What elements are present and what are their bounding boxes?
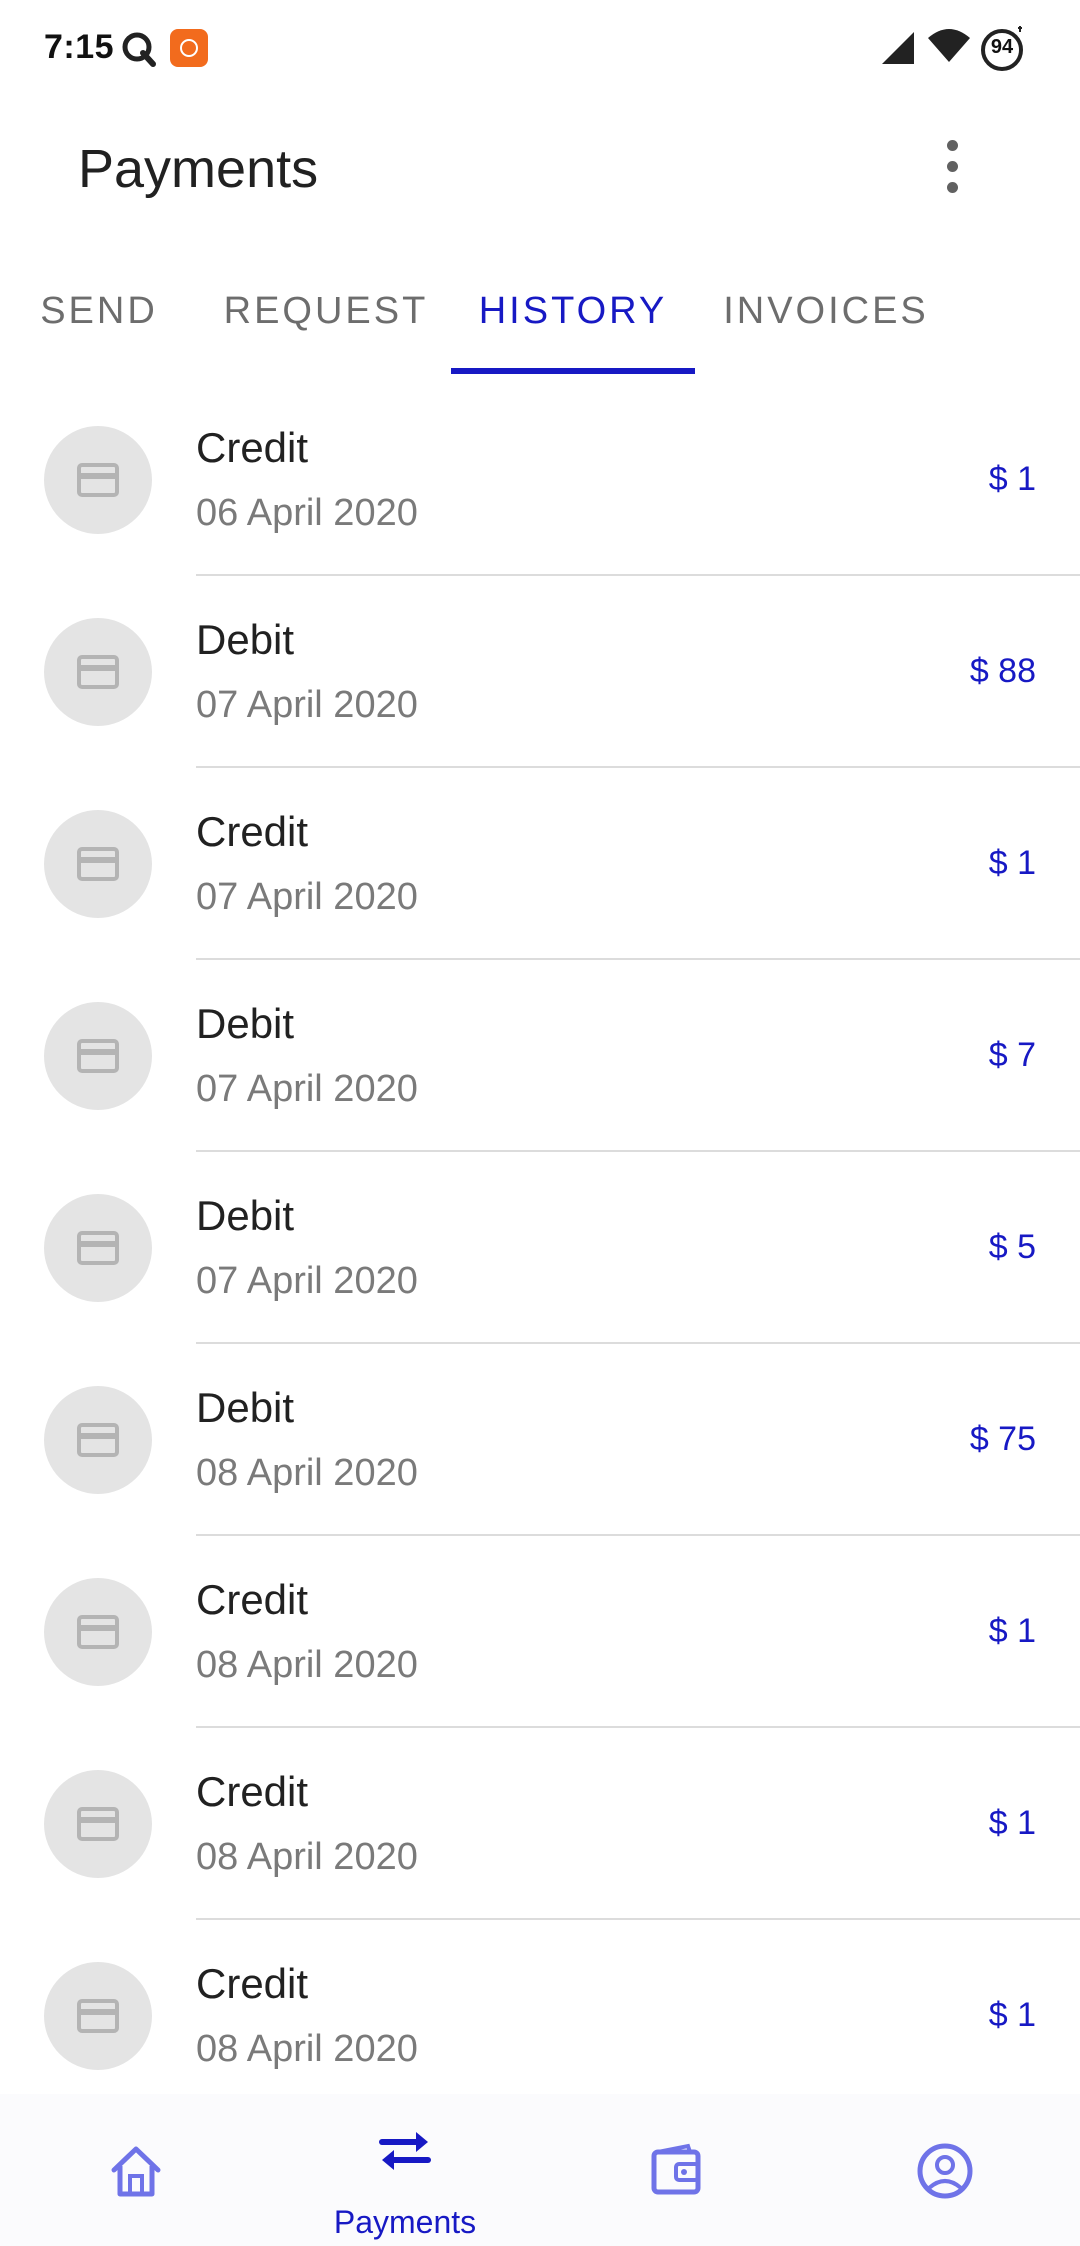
nav-account[interactable]: [810, 2094, 1080, 2246]
payments-tabs: SEND REQUEST HISTORY INVOICES: [0, 246, 1080, 376]
card-avatar: [44, 1962, 152, 2070]
tab-invoices[interactable]: INVOICES: [714, 246, 938, 376]
more-vert-icon-dot: [947, 182, 958, 193]
transaction-amount: $ 1: [988, 844, 1036, 882]
credit-card-icon: [77, 847, 119, 881]
wallet-icon: [651, 2143, 701, 2195]
card-avatar: [44, 1386, 152, 1494]
card-avatar: [44, 426, 152, 534]
nav-payments-label: Payments: [333, 2204, 477, 2240]
transaction-type: Credit: [196, 1960, 309, 2007]
tab-history[interactable]: HISTORY: [451, 246, 695, 376]
transaction-date: 07 April 2020: [196, 1068, 418, 1110]
app-bar: Payments: [0, 96, 1080, 246]
swap-arrows-icon: [379, 2132, 431, 2170]
history-item[interactable]: Debit 07 April 2020 $ 7: [0, 960, 1080, 1152]
transaction-type: Debit: [196, 616, 295, 663]
history-item[interactable]: Credit 08 April 2020 $ 1: [0, 1728, 1080, 1920]
transaction-date: 07 April 2020: [196, 1260, 418, 1302]
credit-card-icon: [77, 1231, 119, 1265]
page-title: Payments: [78, 139, 319, 199]
home-icon: [111, 2146, 161, 2197]
card-avatar: [44, 810, 152, 918]
transaction-amount: $ 5: [988, 1228, 1036, 1266]
transaction-amount: $ 1: [988, 1804, 1036, 1842]
status-time: 7:15: [44, 28, 115, 66]
transaction-type: Credit: [196, 1768, 309, 1815]
status-bar: 7:15 94: [0, 0, 1080, 96]
transaction-date: 08 April 2020: [196, 2028, 418, 2070]
history-item[interactable]: Credit 08 April 2020 $ 1: [0, 1536, 1080, 1728]
credit-card-icon: [77, 655, 119, 689]
mi-app-icon: [170, 29, 208, 67]
transaction-date: 08 April 2020: [196, 1452, 418, 1494]
transaction-amount: $ 1: [988, 1996, 1036, 2034]
more-options-button[interactable]: [918, 132, 988, 202]
credit-card-icon: [77, 1807, 119, 1841]
transaction-amount: $ 88: [969, 652, 1036, 690]
transaction-date: 07 April 2020: [196, 684, 418, 726]
battery-level: 94: [990, 36, 1014, 58]
q-icon: [122, 32, 156, 67]
tab-request[interactable]: REQUEST: [216, 246, 436, 376]
transaction-type: Debit: [196, 1192, 295, 1239]
transaction-date: 08 April 2020: [196, 1836, 418, 1878]
credit-card-icon: [77, 1423, 119, 1457]
credit-card-icon: [77, 1615, 119, 1649]
more-vert-icon-dot: [947, 161, 958, 172]
history-item[interactable]: Debit 07 April 2020 $ 5: [0, 1152, 1080, 1344]
transaction-type: Debit: [196, 1384, 295, 1431]
transaction-amount: $ 75: [969, 1420, 1036, 1458]
history-item[interactable]: Debit 07 April 2020 $ 88: [0, 576, 1080, 768]
account-circle-icon: [917, 2143, 973, 2199]
transaction-date: 08 April 2020: [196, 1644, 418, 1686]
card-avatar: [44, 1194, 152, 1302]
transaction-date: 06 April 2020: [196, 492, 418, 534]
card-avatar: [44, 1770, 152, 1878]
nav-payments[interactable]: Payments: [270, 2094, 540, 2246]
credit-card-icon: [77, 1999, 119, 2033]
credit-card-icon: [77, 1039, 119, 1073]
card-avatar: [44, 1002, 152, 1110]
transaction-type: Debit: [196, 1000, 295, 1047]
transaction-date: 07 April 2020: [196, 876, 418, 918]
signal-icon: [882, 32, 914, 64]
card-avatar: [44, 618, 152, 726]
history-item[interactable]: Credit 08 April 2020 $ 1: [0, 1920, 1080, 2112]
credit-card-icon: [77, 463, 119, 497]
transaction-type: Credit: [196, 808, 309, 855]
nav-home[interactable]: [0, 2094, 270, 2246]
tab-send[interactable]: SEND: [24, 246, 174, 376]
transaction-amount: $ 7: [988, 1036, 1036, 1074]
card-avatar: [44, 1578, 152, 1686]
bottom-navigation: Payments: [0, 2094, 1080, 2246]
nav-wallet[interactable]: [540, 2094, 810, 2246]
more-vert-icon: [947, 140, 958, 151]
history-item[interactable]: Credit 06 April 2020 $ 1: [0, 384, 1080, 576]
wifi-icon: [928, 29, 970, 62]
payments-screen: 7:15 94 Payments SEND REQUEST HISTORY IN…: [0, 0, 1080, 2246]
transaction-amount: $ 1: [988, 460, 1036, 498]
transaction-amount: $ 1: [988, 1612, 1036, 1650]
transaction-type: Credit: [196, 424, 309, 471]
history-item[interactable]: Credit 07 April 2020 $ 1: [0, 768, 1080, 960]
transaction-type: Credit: [196, 1576, 309, 1623]
history-item[interactable]: Debit 08 April 2020 $ 75: [0, 1344, 1080, 1536]
history-list: Credit 06 April 2020 $ 1 Debit 07 April …: [0, 384, 1080, 2112]
active-tab-indicator: [451, 368, 695, 374]
